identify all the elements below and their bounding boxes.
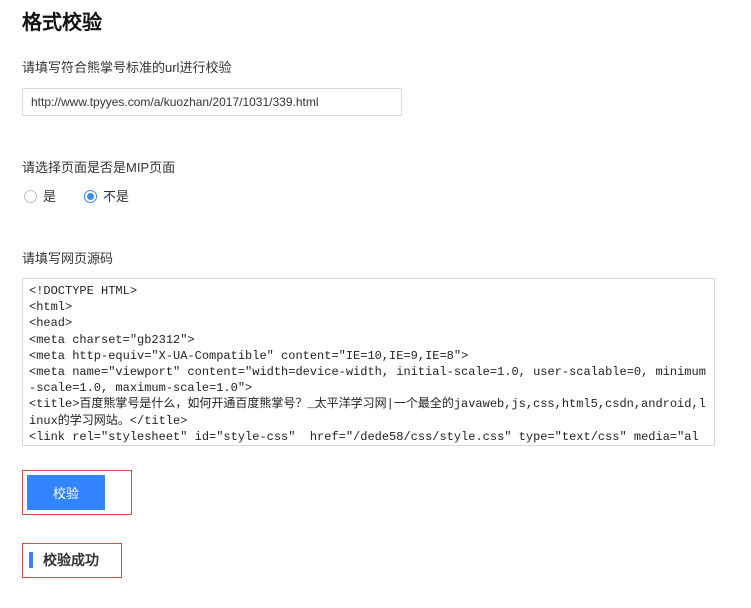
validate-button[interactable]: 校验: [27, 475, 105, 510]
radio-circle-icon: [84, 190, 97, 203]
radio-label-no: 不是: [103, 187, 129, 207]
radio-circle-icon: [24, 190, 37, 203]
result-accent-bar-icon: [29, 552, 33, 568]
url-section-label: 请填写符合熊掌号标准的url进行校验: [22, 58, 729, 78]
radio-option-no[interactable]: 不是: [84, 187, 129, 207]
radio-label-yes: 是: [43, 187, 56, 207]
mip-section-label: 请选择页面是否是MIP页面: [22, 158, 729, 178]
source-code-textarea[interactable]: [22, 278, 715, 446]
source-section-label: 请填写网页源码: [22, 249, 729, 269]
radio-option-yes[interactable]: 是: [24, 187, 56, 207]
validation-result-text: 校验成功: [43, 550, 99, 571]
mip-radio-group: 是 不是: [24, 187, 729, 207]
result-highlight-box: 校验成功: [22, 543, 122, 578]
page-title: 格式校验: [22, 0, 729, 38]
submit-highlight-box: 校验: [22, 470, 132, 515]
url-input[interactable]: [22, 88, 402, 116]
